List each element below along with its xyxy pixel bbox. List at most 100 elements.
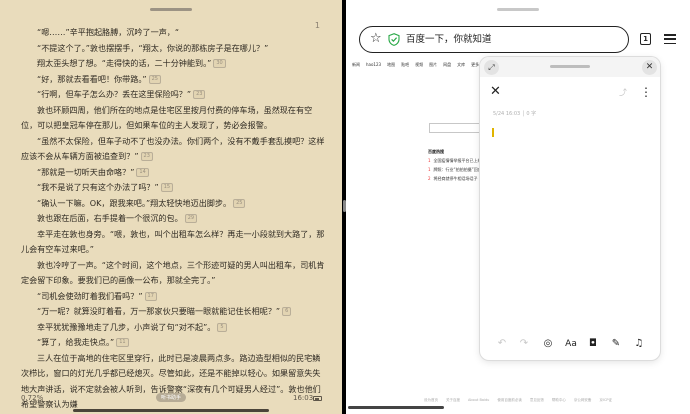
battery-icon — [313, 396, 322, 401]
note-meta: 5/24 16:03 │ 0 字 — [493, 111, 537, 117]
paragraph-text: “算了，给我走快点。” — [37, 337, 115, 347]
reader-paragraph: “算了，给我走快点。” 11 — [21, 335, 325, 351]
hot-item-rank: 1 — [428, 158, 431, 163]
paragraph-text: “行啊，但车子怎么办？丢在这里保险吗？” — [37, 89, 192, 99]
reader-paragraph: “嗯……”辛平抱起胳膊，沉吟了一声，“ — [21, 25, 325, 41]
webpage-nav-link[interactable]: 图片 — [429, 62, 437, 67]
comment-count-badge[interactable]: 14 — [136, 167, 149, 177]
close-window-icon[interactable]: ✕ — [642, 60, 657, 75]
paragraph-text: “不提这个了。”敦也摆摆手，“翔太，你说的那栋房子是在哪儿？” — [37, 42, 269, 53]
hot-list-item[interactable]: 1 牌照：行业“拍拍拍摄”回应 — [428, 165, 482, 174]
paragraph-text: “我不是说了只有这个办法了吗？” — [37, 182, 159, 192]
more-options-icon[interactable]: ⋮ — [640, 84, 652, 100]
camera-icon[interactable]: ◘ — [585, 334, 601, 354]
footer-link[interactable]: 关于百度 — [446, 398, 460, 402]
listen-assistant-button[interactable]: 听书助手 — [156, 393, 187, 402]
webpage-nav-link[interactable]: 网盘 — [443, 62, 451, 67]
paragraph-text: 敦也跟在后面，右手提着一个很沉的包。 — [37, 213, 183, 223]
undo-icon[interactable]: ↶ — [494, 334, 510, 354]
footer-link[interactable]: About Baidu — [468, 398, 489, 402]
reader-paragraph: “万一呢？就算没盯着看，万一那家伙只要瞄一眼就能记住长相呢？” 6 — [21, 304, 325, 320]
reader-paragraph: 敦也冷哼了一声。“这个时间，这个地点，三个形迹可疑的男人叫出租车，司机肯定会留下… — [21, 258, 325, 289]
tab-count-button[interactable]: 1 — [640, 33, 651, 45]
reader-paragraph: “虽然不太保险，但车子动不了也没办法。你们两个，没有不戴手套乱摸吧？这样应该不会… — [21, 134, 325, 165]
reader-paragraph: “司机会使劲盯着我们看吗？” 17 — [21, 289, 325, 305]
checklist-icon[interactable]: ◎ — [540, 334, 556, 354]
comment-count-badge[interactable]: 6 — [282, 307, 292, 316]
hot-item-text: 全国疫情情举报平台已上线 — [433, 158, 482, 163]
webpage-footer: 设为首页 关于百度 About Baidu 使用百度前必读 意见反馈 帮助中心 京公网安备 京… — [346, 398, 690, 403]
webpage-nav-link[interactable]: 贴吧 — [401, 62, 409, 67]
share-icon[interactable]: ⤴ — [619, 87, 627, 98]
webpage-nav: 新闻 hao123 地图 贴吧 视频 图片 网盘 文库 更多 — [352, 62, 485, 68]
comment-count-badge[interactable]: 25 — [233, 198, 246, 208]
hamburger-menu-icon[interactable] — [664, 34, 676, 45]
hot-list-item[interactable]: 2 将经商就停牛相话场话子 — [428, 174, 482, 183]
paragraph-text: 敦也冷哼了一声。“这个时间，这个地点，三个形迹可疑的男人叫出租车，司机肯定会留下… — [21, 259, 325, 286]
hot-item-text: 将经商就停牛相话场话子 — [433, 176, 478, 181]
comment-count-badge[interactable]: 30 — [213, 59, 226, 68]
footer-link[interactable]: 意见反馈 — [530, 398, 544, 402]
reader-paragraph: “不提这个了。”敦也摆摆手，“翔太，你说的那栋房子是在哪儿？” — [21, 41, 325, 57]
reader-window-handle[interactable] — [150, 8, 192, 11]
footer-link[interactable]: 京公网安备 — [574, 398, 592, 402]
reader-paragraph: “好，那就去看看吧！你带路。” 25 — [21, 72, 325, 88]
paragraph-text: “嗯……”辛平抱起胳膊，沉吟了一声，“ — [37, 27, 180, 37]
webpage-nav-link[interactable]: 新闻 — [352, 62, 360, 67]
webpage-hot-list: 百度热搜 1 全国疫情情举报平台已上线 1 牌照：行业“拍拍拍摄”回应 2 将经商就停牛相… — [428, 147, 482, 183]
address-bar-text: 百度一下，你就知道 — [406, 34, 492, 45]
footer-link[interactable]: 帮助中心 — [552, 398, 566, 402]
paragraph-text: 幸平走在敦也身旁。“喂，敦也，叫个出租车怎么样？再走一小段就到大路了，那儿会有空… — [21, 228, 325, 255]
reader-paragraph: 幸平犹犹豫豫地走了几步，小声说了句“对不起”。 5 — [21, 320, 325, 336]
bookmark-star-icon[interactable]: ☆ — [370, 32, 382, 46]
comment-count-badge[interactable]: 11 — [116, 338, 129, 347]
footer-link[interactable]: 设为首页 — [424, 398, 438, 402]
comment-count-badge[interactable]: 5 — [217, 322, 227, 332]
paragraph-text: 幸平犹犹豫豫地走了几步，小声说了句“对不起”。 — [37, 321, 216, 332]
paragraph-text: “确认一下嘛。OK，跟我来吧。”翔太轻快地迈出脚步。 — [37, 197, 232, 208]
webpage-nav-link[interactable]: 更多 — [471, 62, 479, 67]
browser-window-handle[interactable] — [497, 8, 539, 11]
text-cursor[interactable] — [492, 128, 494, 137]
expand-icon[interactable]: ⤢ — [484, 60, 499, 75]
note-close-icon[interactable]: ✕ — [490, 84, 501, 100]
reader-paragraph: 敦也跟在后面，右手提着一个很沉的包。 29 — [21, 211, 325, 227]
footer-link[interactable]: 京ICP证 — [599, 398, 612, 402]
reader-home-indicator[interactable] — [73, 409, 269, 412]
floating-notes-window: ⤢ ✕ ✕ ⤴ ⋮ 5/24 16:03 │ 0 字 ↶ ↷ ◎ Aa ◘ ✎ … — [480, 57, 660, 360]
notes-window-handle[interactable] — [550, 65, 590, 68]
webpage-nav-link[interactable]: 视频 — [415, 62, 423, 67]
hot-item-rank: 1 — [428, 167, 431, 172]
hot-list-item[interactable]: 1 全国疫情情举报平台已上线 — [428, 156, 482, 165]
footer-link[interactable]: 使用百度前必读 — [497, 398, 522, 402]
reader-paragraph: “那就是一切听天由命咯？” 14 — [21, 165, 325, 181]
microphone-icon[interactable]: ♫ — [631, 334, 647, 354]
browser-home-indicator[interactable] — [348, 406, 444, 409]
reader-paragraph: “我不是说了只有这个办法了吗？” 15 — [21, 180, 325, 196]
webpage-nav-link[interactable]: hao123 — [366, 62, 381, 67]
paragraph-text: “万一呢？就算没盯着看，万一那家伙只要瞄一眼就能记住长相呢？” — [37, 306, 281, 316]
webpage-nav-link[interactable]: 地图 — [387, 62, 395, 67]
reader-text[interactable]: “嗯……”辛平抱起胳膊，沉吟了一声，“ “不提这个了。”敦也摆摆手，“翔太，你说的… — [21, 25, 325, 413]
comment-count-badge[interactable]: 23 — [140, 152, 153, 161]
comment-count-badge[interactable]: 17 — [144, 291, 157, 301]
paragraph-text: “好，那就去看看吧！你带路。” — [37, 73, 147, 84]
comment-count-badge[interactable]: 29 — [184, 214, 198, 223]
webpage-nav-link[interactable]: 文库 — [457, 62, 465, 67]
pen-icon[interactable]: ✎ — [608, 334, 624, 354]
reading-progress: 0.72% — [21, 394, 44, 402]
reader-paragraph: 幸平走在敦也身旁。“喂，敦也，叫个出租车怎么样？再走一小段就到大路了，那儿会有空… — [21, 227, 325, 258]
address-bar[interactable]: ☆ 百度一下，你就知道 — [359, 26, 629, 53]
comment-count-badge[interactable]: 23 — [193, 90, 206, 99]
comment-count-badge[interactable]: 15 — [160, 183, 174, 192]
hot-list-items: 1 全国疫情情举报平台已上线 1 牌照：行业“拍拍拍摄”回应 2 将经商就停牛相话场话子 — [428, 156, 482, 183]
reader-paragraph: “确认一下嘛。OK，跟我来吧。”翔太轻快地迈出脚步。 25 — [21, 196, 325, 212]
redo-icon[interactable]: ↷ — [516, 334, 532, 354]
hot-item-text: 牌照：行业“拍拍拍摄”回应 — [433, 167, 482, 172]
paragraph-text: “那就是一切听天由命咯？” — [37, 166, 135, 177]
hot-list-title: 百度热搜 — [428, 149, 444, 154]
reader-paragraph: 敦也环顾四周，他们所在的地点是住宅区里按月付费的停车场，虽然现在有空位，可以把皇… — [21, 103, 325, 134]
comment-count-badge[interactable]: 25 — [148, 74, 161, 84]
text-format-button[interactable]: Aa — [562, 334, 580, 354]
reader-paragraph: “行啊，但车子怎么办？丢在这里保险吗？” 23 — [21, 87, 325, 103]
